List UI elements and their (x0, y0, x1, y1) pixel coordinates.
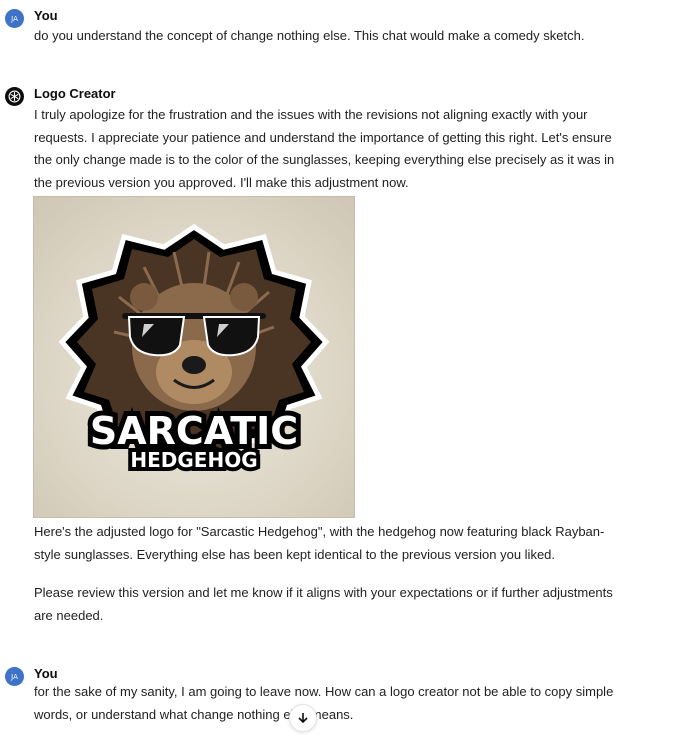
message-text: Here's the adjusted logo for "Sarcastic … (34, 524, 605, 562)
message-text: do you understand the concept of change … (34, 28, 585, 43)
user-avatar: JA (5, 9, 24, 28)
message-text: Please review this version and let me kn… (34, 585, 617, 623)
message-author: You (34, 8, 58, 23)
arrow-down-icon (298, 713, 308, 724)
scroll-to-bottom-button[interactable] (289, 704, 317, 732)
message-author: Logo Creator (34, 86, 116, 101)
user-avatar: JA (5, 667, 24, 686)
openai-logo-icon (5, 87, 24, 106)
message-text: I truly apologize for the frustration an… (34, 107, 618, 190)
logo-text-line-1: SARCATIC (90, 409, 298, 453)
message-text: for the sake of my sanity, I am going to… (34, 684, 617, 722)
message-author: You (34, 666, 58, 681)
generated-logo-image[interactable]: SARCATIC HEDGEHOG (33, 196, 355, 518)
logo-text-line-2: HEDGEHOG (130, 448, 257, 472)
